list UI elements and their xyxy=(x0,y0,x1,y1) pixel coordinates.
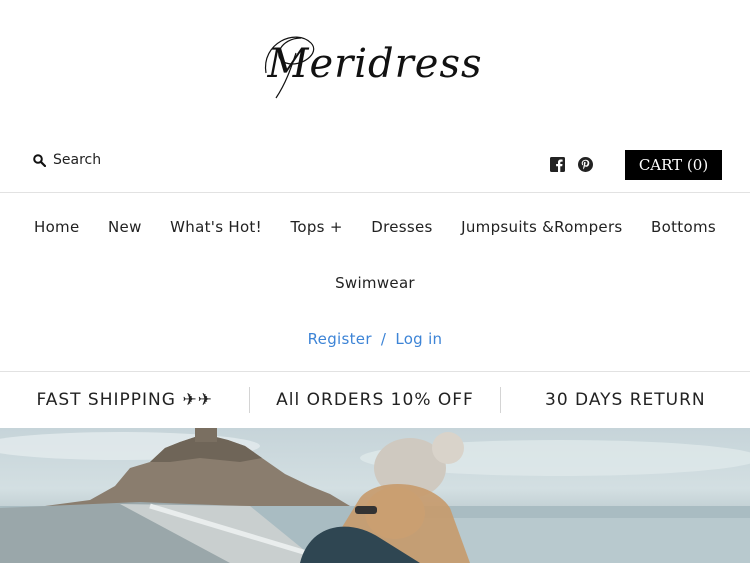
nav-row-1: Home New What's Hot! Tops + Dresses Jump… xyxy=(0,208,750,246)
nav-item-swimwear[interactable]: Swimwear xyxy=(335,264,415,302)
register-link[interactable]: Register xyxy=(308,330,372,348)
nav-item-new[interactable]: New xyxy=(108,208,142,246)
account-separator: / xyxy=(380,330,387,348)
facebook-link[interactable] xyxy=(550,157,565,172)
hero-banner[interactable] xyxy=(0,428,750,563)
account-links: Register / Log in xyxy=(0,330,750,348)
promo-discount: All ORDERS 10% OFF xyxy=(276,390,474,410)
pinterest-link[interactable] xyxy=(578,157,593,172)
main-nav: Home New What's Hot! Tops + Dresses Jump… xyxy=(0,208,750,302)
nav-row-2: Swimwear xyxy=(0,264,750,302)
search-label: Search xyxy=(53,152,102,168)
search-button[interactable]: Search xyxy=(33,152,101,168)
promo-shipping: FAST SHIPPING ✈✈ xyxy=(36,390,213,410)
nav-item-dresses[interactable]: Dresses xyxy=(371,208,432,246)
search-icon xyxy=(33,153,46,167)
logo-flourish-icon xyxy=(264,36,314,99)
nav-item-jumpsuits-rompers[interactable]: Jumpsuits &Rompers xyxy=(461,208,622,246)
promo-bar: FAST SHIPPING ✈✈ All ORDERS 10% OFF 30 D… xyxy=(0,372,750,428)
nav-item-whats-hot[interactable]: What's Hot! xyxy=(170,208,262,246)
nav-item-bottoms[interactable]: Bottoms xyxy=(651,208,716,246)
site-logo[interactable]: Meridress xyxy=(264,36,483,99)
nav-item-tops[interactable]: Tops + xyxy=(290,208,342,246)
hero-image xyxy=(0,428,750,563)
login-link[interactable]: Log in xyxy=(395,330,442,348)
logo-container: Meridress xyxy=(0,14,750,114)
pinterest-icon xyxy=(578,157,593,172)
facebook-icon xyxy=(550,157,565,172)
promo-returns: 30 DAYS RETURN xyxy=(545,390,706,410)
nav-item-home[interactable]: Home xyxy=(34,208,80,246)
header-divider xyxy=(0,192,750,193)
cart-button[interactable]: CART (0) xyxy=(625,150,722,180)
